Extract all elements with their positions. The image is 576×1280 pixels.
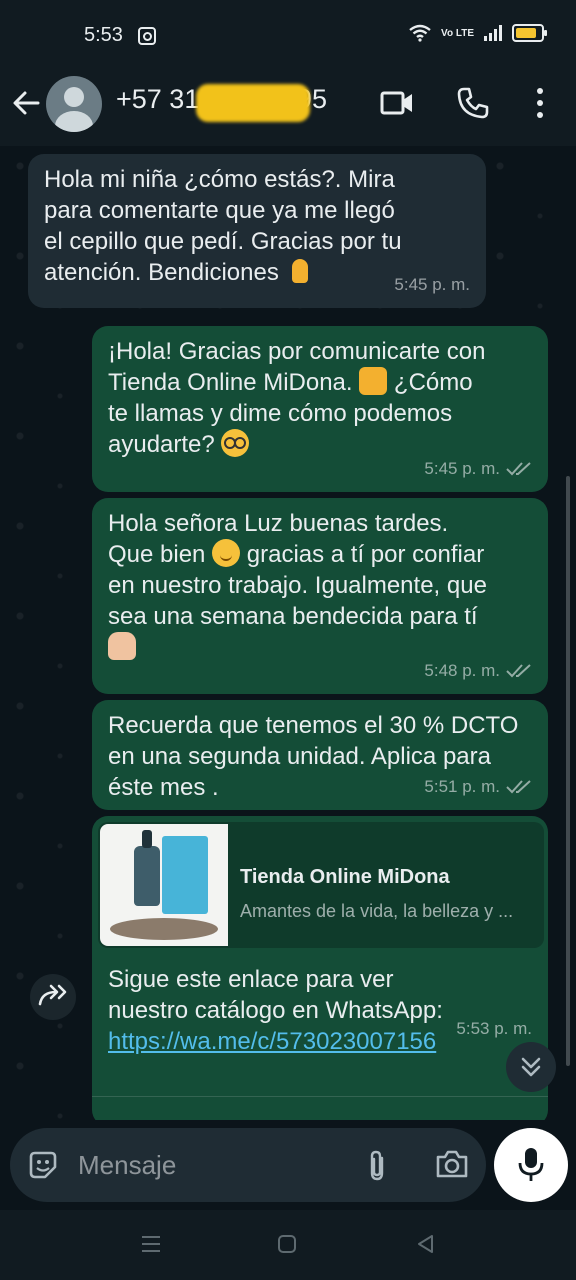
signal-icon [484,25,502,41]
link-thumbnail [100,824,228,946]
voice-call-icon[interactable] [456,86,490,120]
message-text: sea una semana bendecida para tí [108,603,478,630]
more-menu-icon[interactable] [530,86,550,120]
recents-icon[interactable] [140,1234,162,1254]
scrollbar[interactable] [566,476,570,1066]
message-outgoing[interactable]: ¡Hola! Gracias por comunicarte con Tiend… [92,326,548,492]
instagram-notification-icon [138,27,156,45]
message-input[interactable]: Mensaje [10,1128,486,1202]
battery-icon [512,24,547,42]
message-outgoing[interactable]: Hola señora Luz buenas tardes. Que bien … [92,498,548,694]
wifi-icon [409,24,431,42]
message-text: en una segunda unidad. Aplica para [108,743,491,770]
message-text: el cepillo que pedí. Gracias por tu [44,228,402,255]
mic-icon [518,1148,544,1181]
message-text: para comentarte que ya me llegó [44,197,395,224]
message-text: ayudarte? [108,431,215,458]
message-text: gracias a tí por confiar [246,541,485,568]
chat-header: +57 315 4540795 [0,70,576,146]
message-text: Que bien [108,541,206,568]
double-check-icon [506,461,531,475]
forward-icon [38,984,67,1006]
system-nav-bar [0,1210,576,1280]
catalog-link[interactable]: https://wa.me/c/573023007156 [108,1026,443,1057]
message-time: 5:51 p. m. [424,777,500,796]
person-tipping-hand-emoji [359,367,388,395]
message-incoming[interactable]: Hola mi niña ¿cómo estás?. Mira para com… [28,154,486,308]
sticker-icon[interactable] [26,1148,60,1182]
message-text: en nuestro trabajo. Igualmente, que [108,572,487,599]
message-input-placeholder: Mensaje [78,1150,177,1180]
status-time: 5:53 [84,24,123,46]
double-check-icon [506,663,531,677]
scroll-down-button[interactable] [506,1042,556,1092]
mic-button[interactable] [494,1128,568,1202]
divider [92,1096,548,1097]
forward-button[interactable] [30,974,76,1020]
chat-area[interactable]: Hola mi niña ¿cómo estás?. Mira para com… [0,146,576,1120]
message-text: Hola señora Luz buenas tardes. [108,510,449,537]
link-description: Amantes de la vida, la belleza y ... [240,901,514,921]
woman-tipping-hand-emoji [108,632,136,660]
message-outgoing-link[interactable]: Tienda Online MiDona Amantes de la vida,… [92,816,548,1120]
message-time: 5:48 p. m. [424,661,500,680]
home-icon[interactable] [276,1233,298,1255]
message-time: 5:45 p. m. [424,459,500,478]
back-arrow-icon[interactable] [10,86,44,120]
scroll-down-icon [521,1057,541,1077]
message-text: Tienda Online MiDona. [108,369,353,396]
composer-bar: Mensaje [0,1120,576,1210]
volte-indicator: Vo LTE [441,27,474,39]
message-text: Recuerda que tenemos el 30 % DCTO [108,712,519,739]
message-text: ¡Hola! Gracias por comunicarte con [108,338,486,365]
message-text: nuestro catálogo en WhatsApp: [108,997,443,1024]
avatar[interactable] [46,76,102,132]
back-nav-icon[interactable] [414,1233,436,1255]
nerd-face-emoji [221,429,250,457]
redaction-mark [196,84,310,122]
link-title: Tienda Online MiDona [240,866,450,888]
message-text: Sigue este enlace para ver [108,966,394,993]
smiling-face-emoji [212,539,241,567]
folded-hands-emoji [286,257,314,285]
message-text: te llamas y dime cómo podemos [108,400,453,427]
message-time: 5:53 p. m. [456,1019,532,1038]
double-check-icon [506,779,531,793]
message-text: ¿Cómo [393,369,473,396]
message-text: Hola mi niña ¿cómo estás?. Mira [44,166,395,193]
camera-icon[interactable] [434,1148,470,1180]
status-icons: Vo LTE [409,24,547,42]
status-bar: 5:53 Vo LTE [0,0,576,70]
message-text: atención. Bendiciones [44,259,279,286]
message-outgoing[interactable]: Recuerda que tenemos el 30 % DCTO en una… [92,700,548,810]
video-call-icon[interactable] [380,90,414,116]
link-preview-card[interactable]: Tienda Online MiDona Amantes de la vida,… [98,822,544,948]
attach-icon[interactable] [364,1148,390,1184]
message-time: 5:45 p. m. [394,275,470,294]
